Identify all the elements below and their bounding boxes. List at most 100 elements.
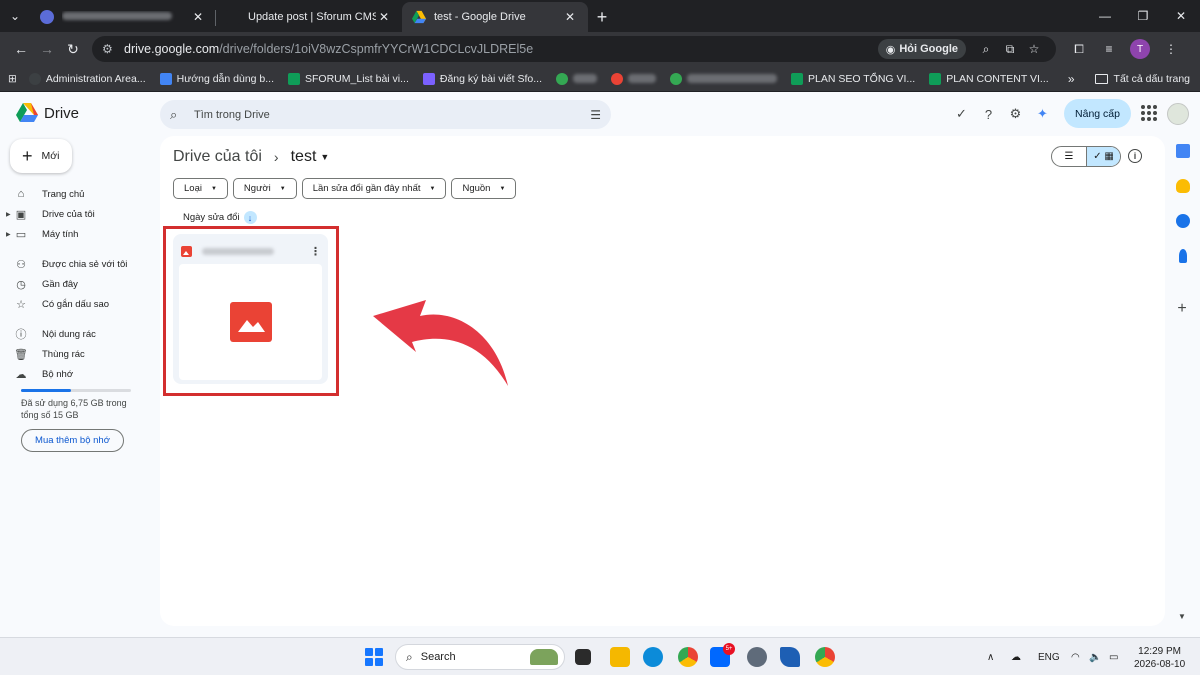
media-control-icon[interactable]: ≡	[1094, 42, 1124, 56]
sidebar-item-shared[interactable]: ⚇ Được chia sẻ với tôi	[12, 254, 147, 274]
sidebar-item-starred[interactable]: ☆ Có gắn dấu sao	[12, 294, 147, 314]
drive-logo[interactable]: Drive	[16, 103, 79, 123]
system-clock[interactable]: 12:29 PM 2026-08-10	[1134, 645, 1185, 671]
file-explorer-icon[interactable]	[610, 647, 630, 667]
ask-google-button[interactable]: ◉ Hỏi Google	[877, 39, 966, 59]
wifi-icon[interactable]: ◠	[1071, 638, 1080, 675]
extensions-icon[interactable]: ⧠	[1064, 42, 1094, 57]
bookmark-item[interactable]: Đăng ký bài viết Sfo...	[422, 72, 542, 85]
bookmark-item-blurred[interactable]	[670, 72, 778, 85]
task-view-icon[interactable]	[575, 649, 591, 665]
minimize-icon[interactable]: —	[1086, 0, 1124, 32]
chrome-browser-icon[interactable]	[678, 647, 698, 667]
tab-close-icon[interactable]: ✕	[190, 10, 206, 24]
tab-close-icon[interactable]: ✕	[376, 10, 392, 24]
bookmark-item[interactable]: Hướng dẫn dùng b...	[159, 72, 274, 85]
filter-people-chip[interactable]: Người ▼	[232, 178, 297, 199]
bookmark-item[interactable]: SFORUM_List bài vi...	[288, 72, 409, 85]
bookmark-item[interactable]: PLAN SEO TỔNG VI...	[791, 72, 915, 85]
close-window-icon[interactable]: ✕	[1162, 0, 1200, 32]
windows-start-icon[interactable]	[365, 648, 383, 666]
forward-arrow-icon[interactable]: →	[34, 36, 60, 62]
account-avatar[interactable]	[1167, 103, 1189, 125]
drive-search-input[interactable]: ⌕ Tìm trong Drive ☰	[160, 100, 611, 129]
bookmark-item[interactable]: Administration Area...	[28, 72, 146, 85]
volume-icon[interactable]: 🔈	[1089, 638, 1101, 675]
tab-search-chevron-icon[interactable]: ⌄	[0, 0, 30, 32]
details-info-icon[interactable]: i	[1128, 149, 1142, 163]
settings-gear-icon[interactable]: ⚙	[1002, 103, 1029, 125]
lens-icon: ◉	[885, 43, 896, 56]
breadcrumb-root[interactable]: Drive của tôi	[173, 148, 262, 166]
profile-avatar[interactable]: T	[1130, 39, 1150, 59]
sidebar-item-trash[interactable]: 🗑 Thùng rác	[12, 344, 147, 364]
settings-app-icon[interactable]	[747, 647, 767, 667]
dropdown-caret-icon: ▼	[499, 185, 506, 192]
tasks-icon[interactable]	[1176, 214, 1190, 228]
scroll-down-icon[interactable]: ▼	[1178, 612, 1186, 621]
keep-icon[interactable]	[1176, 179, 1190, 193]
sheet-favicon-icon	[288, 72, 301, 85]
chrome-profile-icon[interactable]	[815, 647, 835, 667]
install-app-icon[interactable]: ⧉	[998, 42, 1022, 57]
help-icon[interactable]: ?	[975, 103, 1002, 125]
sidebar-item-my-drive[interactable]: ▶ ▣ Drive của tôi	[6, 204, 147, 224]
bookmark-item[interactable]: PLAN CONTENT VI...	[929, 72, 1049, 85]
sort-control[interactable]: Ngày sửa đổi ↓	[183, 211, 257, 224]
site-info-icon[interactable]: ⚙	[102, 42, 118, 56]
search-options-icon[interactable]: ☰	[590, 108, 601, 122]
folder-menu-caret-icon[interactable]: ▼	[320, 152, 329, 162]
upgrade-button[interactable]: Nâng cấp	[1064, 99, 1131, 128]
filter-modified-chip[interactable]: Lần sửa đổi gần đây nhất ▼	[301, 178, 447, 199]
battery-icon[interactable]: ▭	[1109, 638, 1118, 675]
browser-tab-3-active[interactable]: test - Google Drive ✕	[402, 2, 588, 32]
tray-overflow-icon[interactable]: ∧	[987, 638, 994, 675]
apps-grid-icon[interactable]: ⊞	[8, 73, 17, 85]
taskbar-search-label: Search	[420, 651, 456, 663]
browser-tab-1[interactable]: ✕	[30, 2, 216, 32]
bookmark-label: Administration Area...	[45, 72, 146, 85]
bookmark-star-icon[interactable]: ☆	[1022, 42, 1046, 56]
gemini-sparkle-icon[interactable]: ✦	[1029, 103, 1056, 125]
buy-storage-button[interactable]: Mua thêm bộ nhớ	[21, 429, 124, 452]
sidebar-item-recent[interactable]: ◷ Gần đây	[12, 274, 147, 294]
calendar-icon[interactable]	[1176, 144, 1190, 158]
tab-close-icon[interactable]: ✕	[562, 10, 578, 24]
browser-tab-2[interactable]: Update post | Sforum CMS ✕	[216, 2, 402, 32]
zoom-icon[interactable]: ⌕	[974, 42, 998, 57]
all-bookmarks-link[interactable]: Tất cả dấu trang	[1114, 73, 1190, 85]
back-arrow-icon[interactable]: ←	[8, 36, 34, 62]
breadcrumb-current[interactable]: test	[291, 148, 317, 166]
sidebar-item-home[interactable]: ⌂ Trang chủ	[12, 184, 147, 204]
filter-source-chip[interactable]: Nguồn ▼	[451, 178, 517, 199]
sort-direction-arrow-icon[interactable]: ↓	[243, 211, 257, 224]
sidebar-item-storage[interactable]: ☁ Bộ nhớ	[12, 364, 147, 384]
google-apps-icon[interactable]	[1141, 105, 1157, 121]
contacts-icon[interactable]	[1179, 249, 1187, 263]
expand-caret-icon[interactable]: ▶	[6, 231, 11, 238]
new-tab-button[interactable]: +	[588, 2, 616, 32]
language-indicator[interactable]: ENG	[1038, 638, 1060, 675]
onedrive-cloud-icon[interactable]: ☁	[1011, 638, 1021, 675]
browser-menu-icon[interactable]: ⋮	[1156, 42, 1186, 56]
offline-ready-icon[interactable]: ✓	[948, 103, 975, 125]
bookmark-item-blurred[interactable]	[611, 72, 657, 85]
list-view-icon[interactable]: ☰	[1052, 147, 1086, 166]
more-bookmarks-icon[interactable]: »	[1068, 72, 1075, 86]
url-input[interactable]: ⚙ drive.google.com/drive/folders/1oiV8wz…	[92, 36, 1056, 62]
add-addon-plus-icon[interactable]: +	[1175, 301, 1189, 317]
search-icon[interactable]: ⌕	[170, 107, 188, 123]
mail-app-icon[interactable]	[780, 647, 800, 667]
windows-taskbar: ⌕ Search 5+ ∧ ☁ ENG ◠ 🔈 ▭ 12:29 PM 2026-…	[0, 637, 1200, 675]
sidebar-item-spam[interactable]: ⓘ Nội dung rác	[12, 324, 147, 344]
reload-icon[interactable]: ↻	[60, 36, 86, 62]
sidebar-item-computers[interactable]: ▶ ▭ Máy tính	[6, 224, 147, 244]
filter-type-chip[interactable]: Loại ▼	[173, 178, 228, 199]
grid-view-icon[interactable]: ✓ ▦	[1085, 147, 1120, 166]
restore-icon[interactable]: ❐	[1124, 0, 1162, 32]
new-button[interactable]: + Mới	[10, 139, 72, 173]
expand-caret-icon[interactable]: ▶	[6, 211, 11, 218]
taskbar-search-input[interactable]: ⌕ Search	[395, 644, 565, 670]
bookmark-item-blurred[interactable]	[556, 72, 598, 85]
edge-browser-icon[interactable]	[643, 647, 663, 667]
